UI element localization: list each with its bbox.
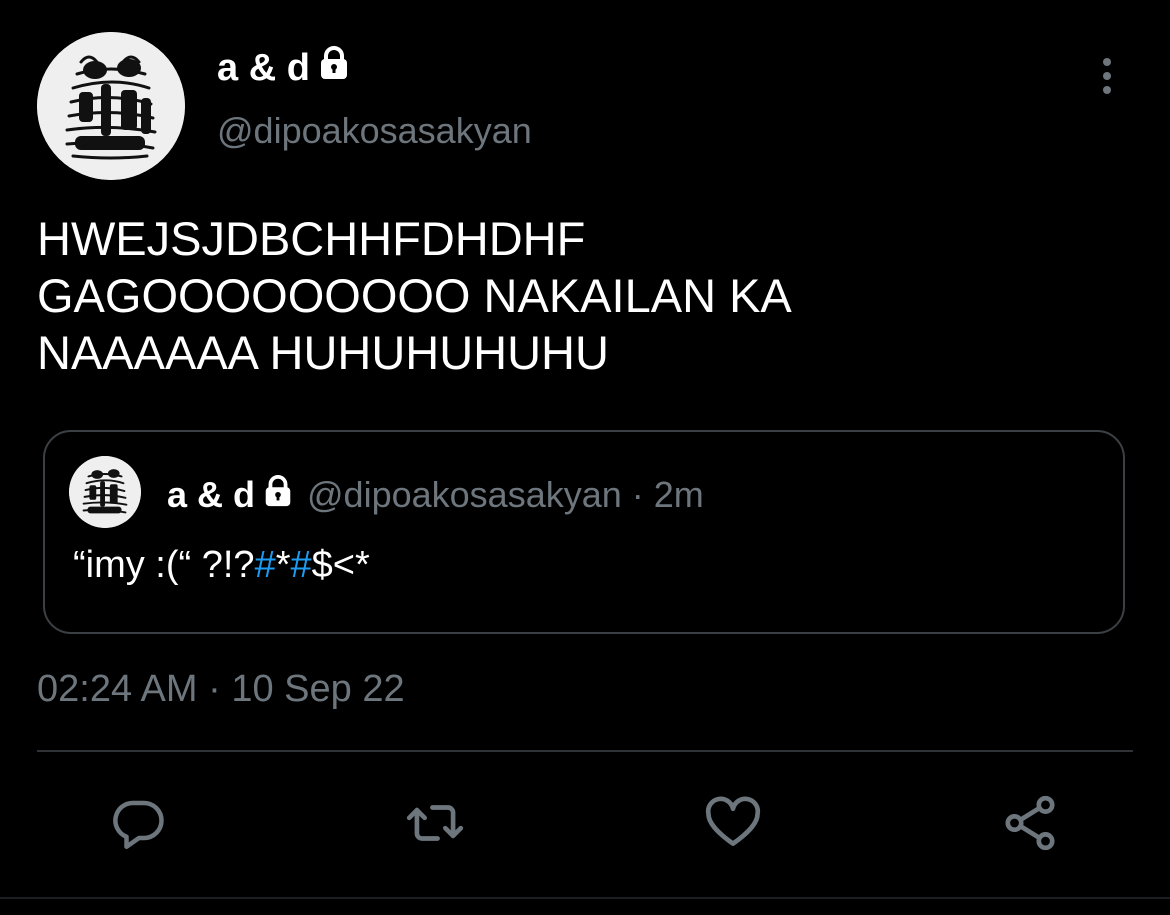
hashtag-link[interactable]: # <box>291 544 312 586</box>
lock-icon <box>316 45 352 91</box>
quoted-text-prefix: “imy :(“ ?!? <box>73 544 255 586</box>
heart-icon <box>702 792 764 859</box>
share-icon <box>999 792 1061 859</box>
quoted-separator: · <box>631 474 644 515</box>
tweet-text: HWEJSJDBCHHFDHDHF GAGOOOOOOOOO NAKAILAN … <box>37 210 1127 381</box>
reply-icon <box>109 793 169 858</box>
display-name-text: a & d <box>217 46 310 89</box>
tweet-text-line: NAAAAAA HUHUHUHUHU <box>37 326 609 379</box>
quoted-header: a & d @dipoakosasakyan · 2m <box>167 472 704 518</box>
share-button[interactable] <box>995 790 1065 860</box>
like-button[interactable] <box>698 790 768 860</box>
quoted-time: 2m <box>653 474 704 515</box>
tweet-text-line: HWEJSJDBCHHFDHDHF <box>37 212 586 265</box>
quoted-text-suffix: $<* <box>311 544 370 586</box>
avatar[interactable] <box>37 32 185 180</box>
handle[interactable]: @dipoakosasakyan <box>217 110 532 152</box>
quoted-handle: @dipoakosasakyan <box>307 474 622 515</box>
divider <box>37 750 1133 752</box>
action-bar <box>0 790 1170 860</box>
tweet-timestamp[interactable]: 02:24 AM · 10 Sep 22 <box>37 668 405 711</box>
hashtag-link[interactable]: # <box>255 544 276 586</box>
reply-button[interactable] <box>104 790 174 860</box>
display-name[interactable]: a & d <box>217 44 352 92</box>
quoted-avatar <box>69 456 141 528</box>
quoted-display-name: a & d <box>167 474 256 515</box>
tweet-text-line: GAGOOOOOOOOO NAKAILAN KA <box>37 269 792 322</box>
quoted-text-star: * <box>275 544 291 586</box>
retweet-icon <box>404 792 466 859</box>
more-vertical-icon[interactable] <box>1093 56 1121 96</box>
quoted-text: “imy :(“ ?!?#*#$<* <box>73 544 370 587</box>
retweet-button[interactable] <box>400 790 470 860</box>
divider <box>0 897 1170 899</box>
quoted-tweet-card[interactable]: a & d @dipoakosasakyan · 2m “imy :(“ ?!?… <box>43 430 1125 634</box>
lock-icon <box>261 474 295 517</box>
